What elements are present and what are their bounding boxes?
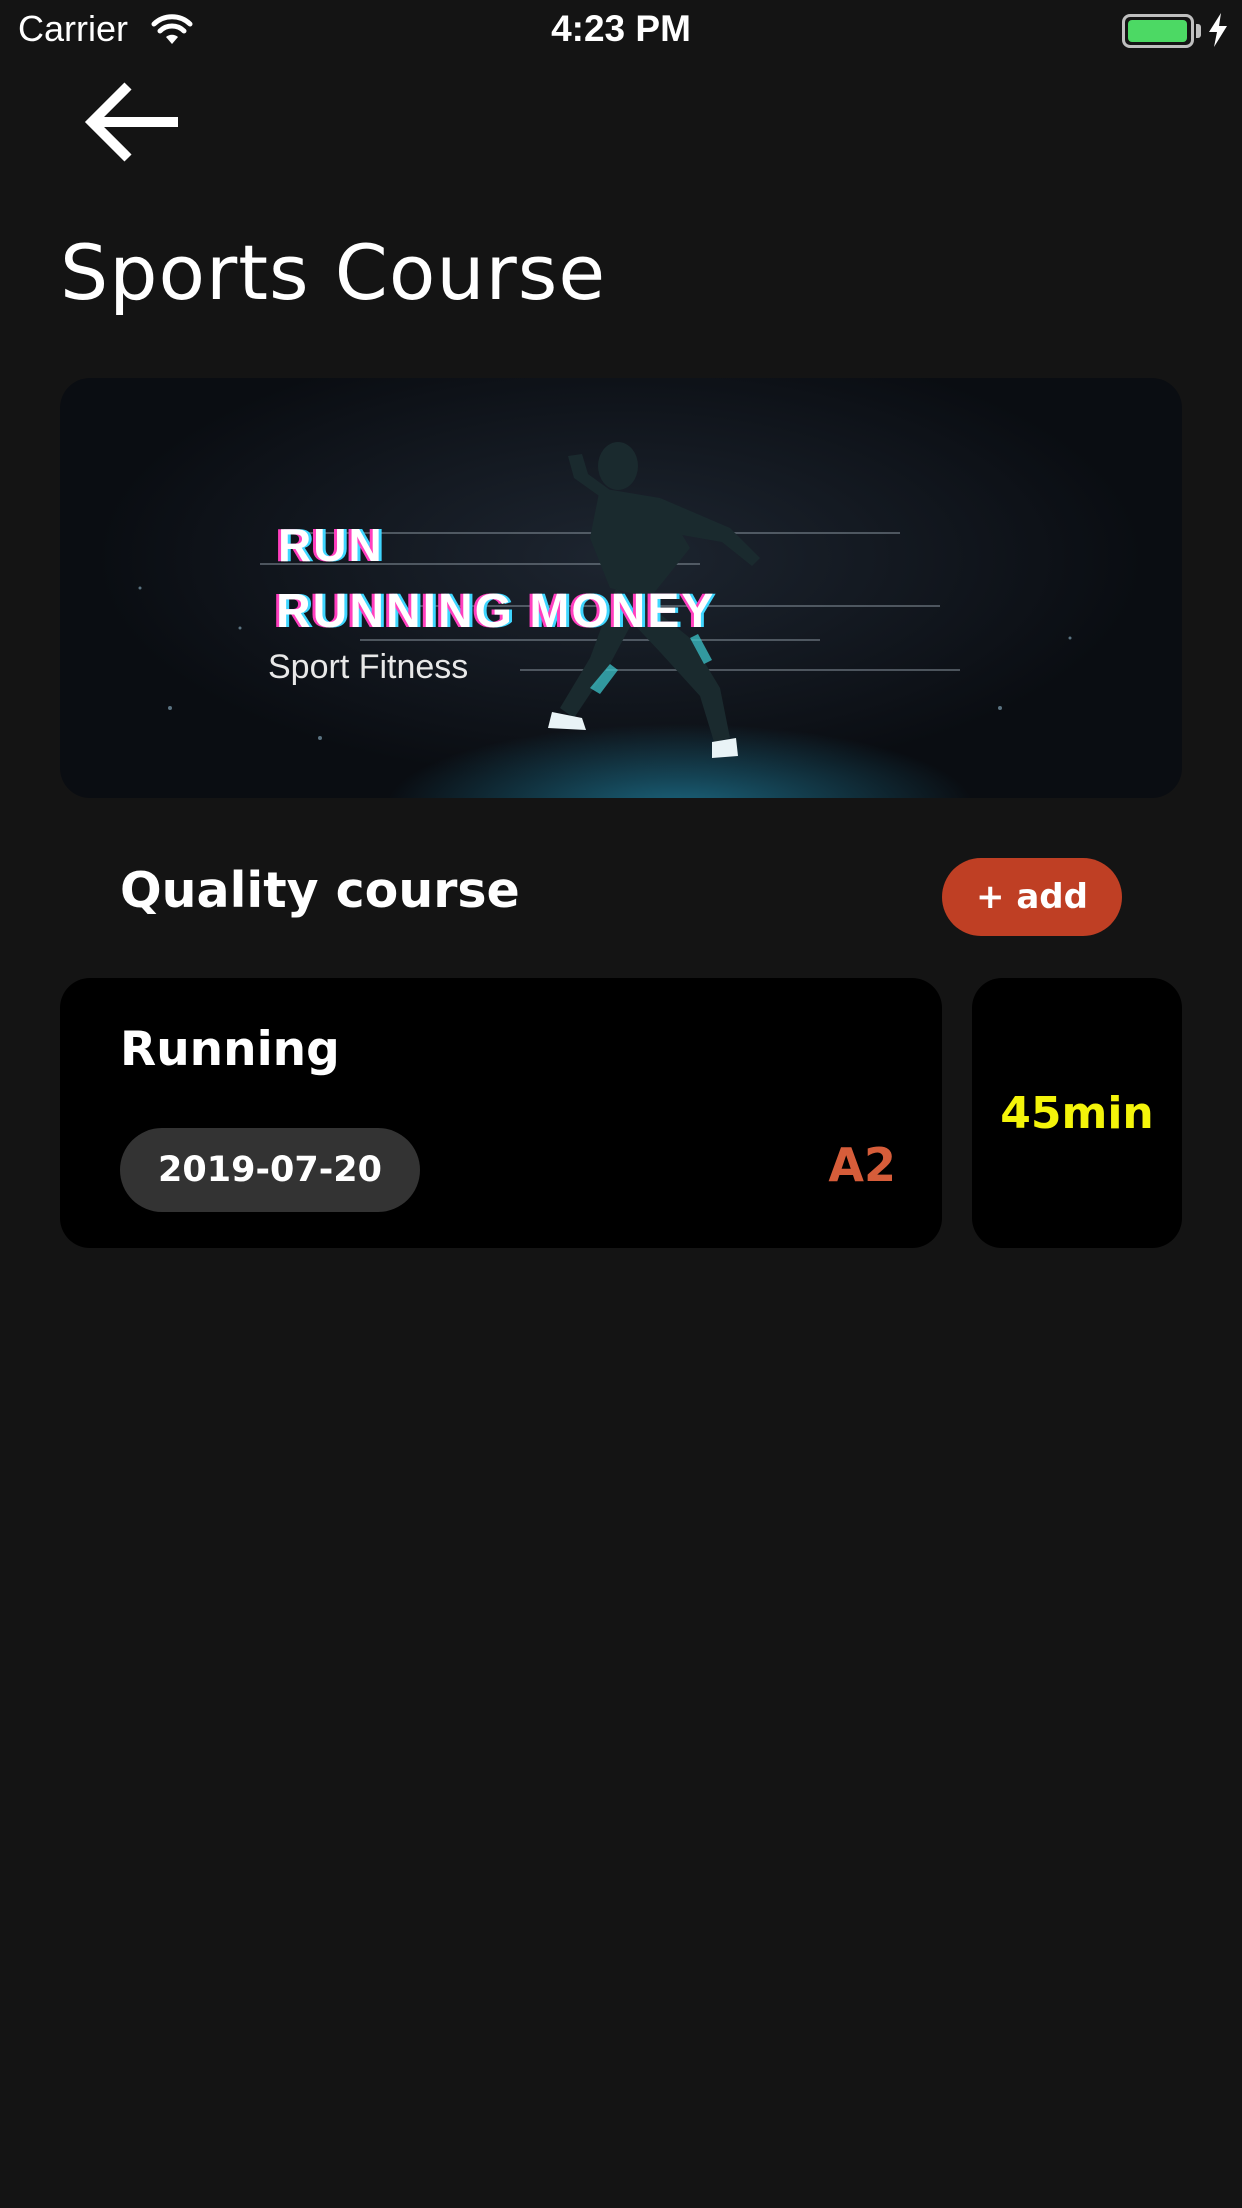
status-bar: Carrier 4:23 PM <box>0 0 1242 62</box>
add-button[interactable]: + add <box>942 858 1122 936</box>
battery-cap <box>1196 24 1201 38</box>
status-time: 4:23 PM <box>551 8 691 49</box>
banner-headline: RUNNING MONEY <box>276 585 716 638</box>
screen: Carrier 4:23 PM Sports Course RUN RUNNIN… <box>0 0 1242 2208</box>
page-title: Sports Course <box>60 228 607 317</box>
banner-image[interactable]: RUN RUNNING MONEY Sport Fitness <box>60 378 1182 798</box>
course-date-badge: 2019-07-20 <box>120 1128 420 1212</box>
section-title: Quality course <box>120 862 520 919</box>
banner-subtitle: Sport Fitness <box>268 648 469 686</box>
banner-run-text: RUN <box>278 519 384 571</box>
arrow-left-icon[interactable] <box>82 80 186 164</box>
course-duration: 45min <box>1000 1087 1154 1139</box>
charging-bolt-icon <box>1209 13 1227 47</box>
course-level: A2 <box>828 1138 896 1192</box>
course-card[interactable]: Running 2019-07-20 A2 <box>60 978 942 1248</box>
course-duration-card[interactable]: 45min <box>972 978 1182 1248</box>
course-name: Running <box>120 1022 340 1077</box>
battery-icon <box>1122 14 1194 48</box>
battery-level <box>1128 20 1187 42</box>
